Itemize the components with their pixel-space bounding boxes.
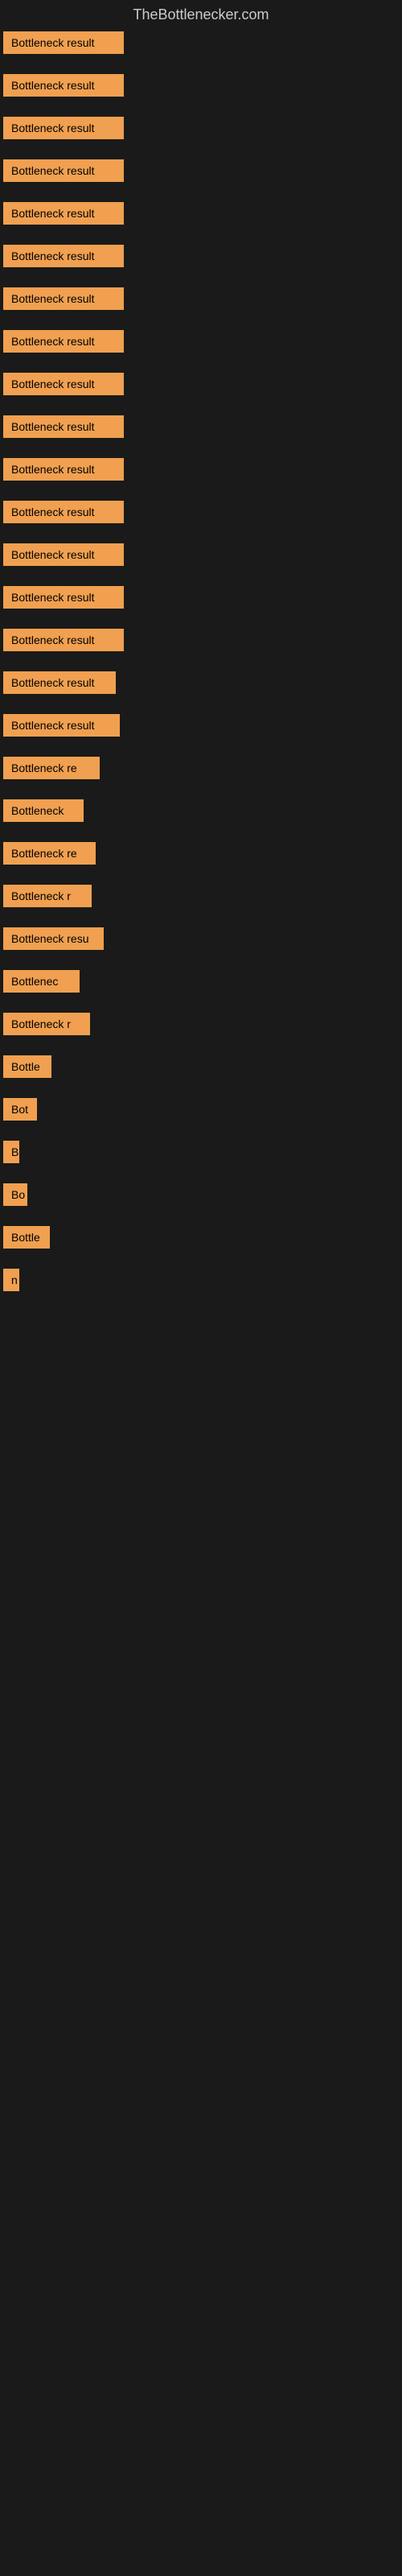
site-title-text: TheBottlenecker.com xyxy=(133,6,269,23)
list-item: Bottleneck result xyxy=(0,624,402,667)
list-item: Bottleneck result xyxy=(0,240,402,283)
list-item: Bottle xyxy=(0,1221,402,1264)
list-item: Bottle xyxy=(0,1051,402,1093)
bottleneck-result-badge[interactable]: Bottleneck result xyxy=(3,202,124,225)
list-item: Bottleneck result xyxy=(0,539,402,581)
list-item: Bottleneck result xyxy=(0,368,402,411)
list-item: Bottleneck re xyxy=(0,837,402,880)
list-item: Bottleneck result xyxy=(0,709,402,752)
bottleneck-result-badge[interactable]: Bottleneck result xyxy=(3,501,124,523)
bottleneck-result-badge[interactable]: B xyxy=(3,1141,19,1163)
bottleneck-result-badge[interactable]: Bottleneck result xyxy=(3,629,124,651)
bottleneck-result-badge[interactable]: Bottleneck result xyxy=(3,373,124,395)
bottleneck-result-badge[interactable]: Bottleneck result xyxy=(3,671,116,694)
bottleneck-result-badge[interactable]: Bottleneck result xyxy=(3,245,124,267)
list-item: Bottleneck result xyxy=(0,667,402,709)
list-item: Bottleneck result xyxy=(0,197,402,240)
list-item: Bottleneck xyxy=(0,795,402,837)
list-item: Bottleneck re xyxy=(0,752,402,795)
bottleneck-result-badge[interactable]: Bottleneck result xyxy=(3,714,120,737)
bottleneck-result-badge[interactable]: Bottleneck result xyxy=(3,159,124,182)
bottleneck-result-badge[interactable]: Bottleneck result xyxy=(3,31,124,54)
list-item: Bot xyxy=(0,1093,402,1136)
bottleneck-result-badge[interactable]: Bottleneck r xyxy=(3,885,92,907)
list-item: Bottleneck result xyxy=(0,27,402,69)
bottleneck-result-badge[interactable]: Bottleneck result xyxy=(3,586,124,609)
list-item: Bo xyxy=(0,1179,402,1221)
site-title: TheBottlenecker.com xyxy=(0,0,402,27)
list-item: B xyxy=(0,1136,402,1179)
list-item: Bottleneck result xyxy=(0,283,402,325)
list-item: Bottleneck r xyxy=(0,1008,402,1051)
list-item: Bottleneck resu xyxy=(0,923,402,965)
bottleneck-result-badge[interactable]: Bottleneck result xyxy=(3,117,124,139)
list-item: Bottleneck result xyxy=(0,581,402,624)
list-item: Bottleneck result xyxy=(0,325,402,368)
bottleneck-result-badge[interactable]: Bottleneck re xyxy=(3,842,96,865)
list-item: Bottleneck result xyxy=(0,453,402,496)
bottleneck-result-badge[interactable]: Bottle xyxy=(3,1055,51,1078)
bottleneck-result-badge[interactable]: Bottleneck result xyxy=(3,415,124,438)
bottleneck-result-badge[interactable]: Bottleneck result xyxy=(3,287,124,310)
bottleneck-result-badge[interactable]: Bottleneck re xyxy=(3,757,100,779)
list-item: Bottleneck result xyxy=(0,155,402,197)
bottleneck-result-badge[interactable]: Bottleneck resu xyxy=(3,927,104,950)
bottleneck-result-badge[interactable]: Bo xyxy=(3,1183,27,1206)
bottleneck-result-badge[interactable]: Bottleneck result xyxy=(3,330,124,353)
list-item: Bottleneck result xyxy=(0,69,402,112)
bottleneck-result-badge[interactable]: Bottleneck result xyxy=(3,458,124,481)
bottleneck-result-badge[interactable]: Bot xyxy=(3,1098,37,1121)
list-item: n xyxy=(0,1264,402,1307)
bottleneck-result-badge[interactable]: Bottleneck result xyxy=(3,74,124,97)
bottleneck-result-badge[interactable]: Bottlenec xyxy=(3,970,80,993)
list-item: Bottleneck result xyxy=(0,411,402,453)
bottleneck-result-badge[interactable]: Bottleneck xyxy=(3,799,84,822)
bottleneck-result-badge[interactable]: Bottle xyxy=(3,1226,50,1249)
bottleneck-result-badge[interactable]: n xyxy=(3,1269,19,1291)
bottleneck-result-badge[interactable]: Bottleneck result xyxy=(3,543,124,566)
list-item: Bottleneck r xyxy=(0,880,402,923)
list-item: Bottlenec xyxy=(0,965,402,1008)
bottleneck-result-badge[interactable]: Bottleneck r xyxy=(3,1013,90,1035)
list-item: Bottleneck result xyxy=(0,112,402,155)
list-item: Bottleneck result xyxy=(0,496,402,539)
